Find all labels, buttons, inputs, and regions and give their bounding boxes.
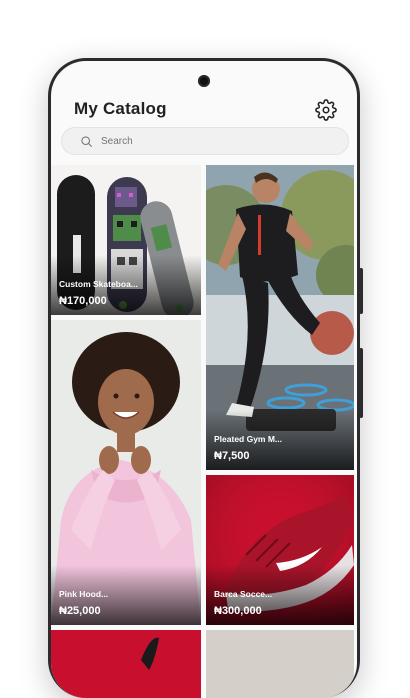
product-name: Pink Hood... bbox=[59, 589, 109, 599]
search-bar[interactable] bbox=[61, 127, 349, 155]
product-card-gym[interactable]: Pleated Gym M... ₦7,500 bbox=[206, 165, 354, 470]
product-price: ₦300,000 bbox=[214, 605, 262, 617]
product-card-skateboard[interactable]: Custom Skateboa... ₦170,000 bbox=[51, 165, 201, 315]
product-card-hoodie[interactable]: Pink Hood... ₦25,000 bbox=[51, 320, 201, 625]
product-card-partial-right[interactable] bbox=[206, 630, 354, 698]
product-name: Custom Skateboa... bbox=[59, 279, 138, 289]
search-input[interactable] bbox=[99, 134, 323, 148]
front-camera bbox=[198, 75, 210, 87]
product-price: ₦25,000 bbox=[59, 605, 101, 617]
phone-frame: My Catalog Search Custom Skateboa... ₦17… bbox=[48, 58, 363, 698]
product-card-soccer[interactable]: Barca Socce... ₦300,000 bbox=[206, 475, 354, 625]
page-title: My Catalog bbox=[74, 99, 167, 118]
volume-button bbox=[359, 268, 363, 314]
power-button bbox=[359, 348, 363, 418]
product-price: ₦170,000 bbox=[59, 295, 107, 307]
search-icon bbox=[81, 135, 92, 147]
screen: My Catalog Search Custom Skateboa... ₦17… bbox=[51, 61, 357, 698]
shoe-image-partial bbox=[141, 637, 159, 670]
product-grid: Custom Skateboa... ₦170,000 Pleated Gym … bbox=[51, 165, 357, 698]
product-price: ₦7,500 bbox=[214, 450, 250, 462]
gear-icon[interactable] bbox=[315, 99, 337, 121]
product-name: Pleated Gym M... bbox=[214, 434, 283, 444]
product-name: Barca Socce... bbox=[214, 589, 273, 599]
product-card-partial-left[interactable] bbox=[51, 630, 201, 698]
